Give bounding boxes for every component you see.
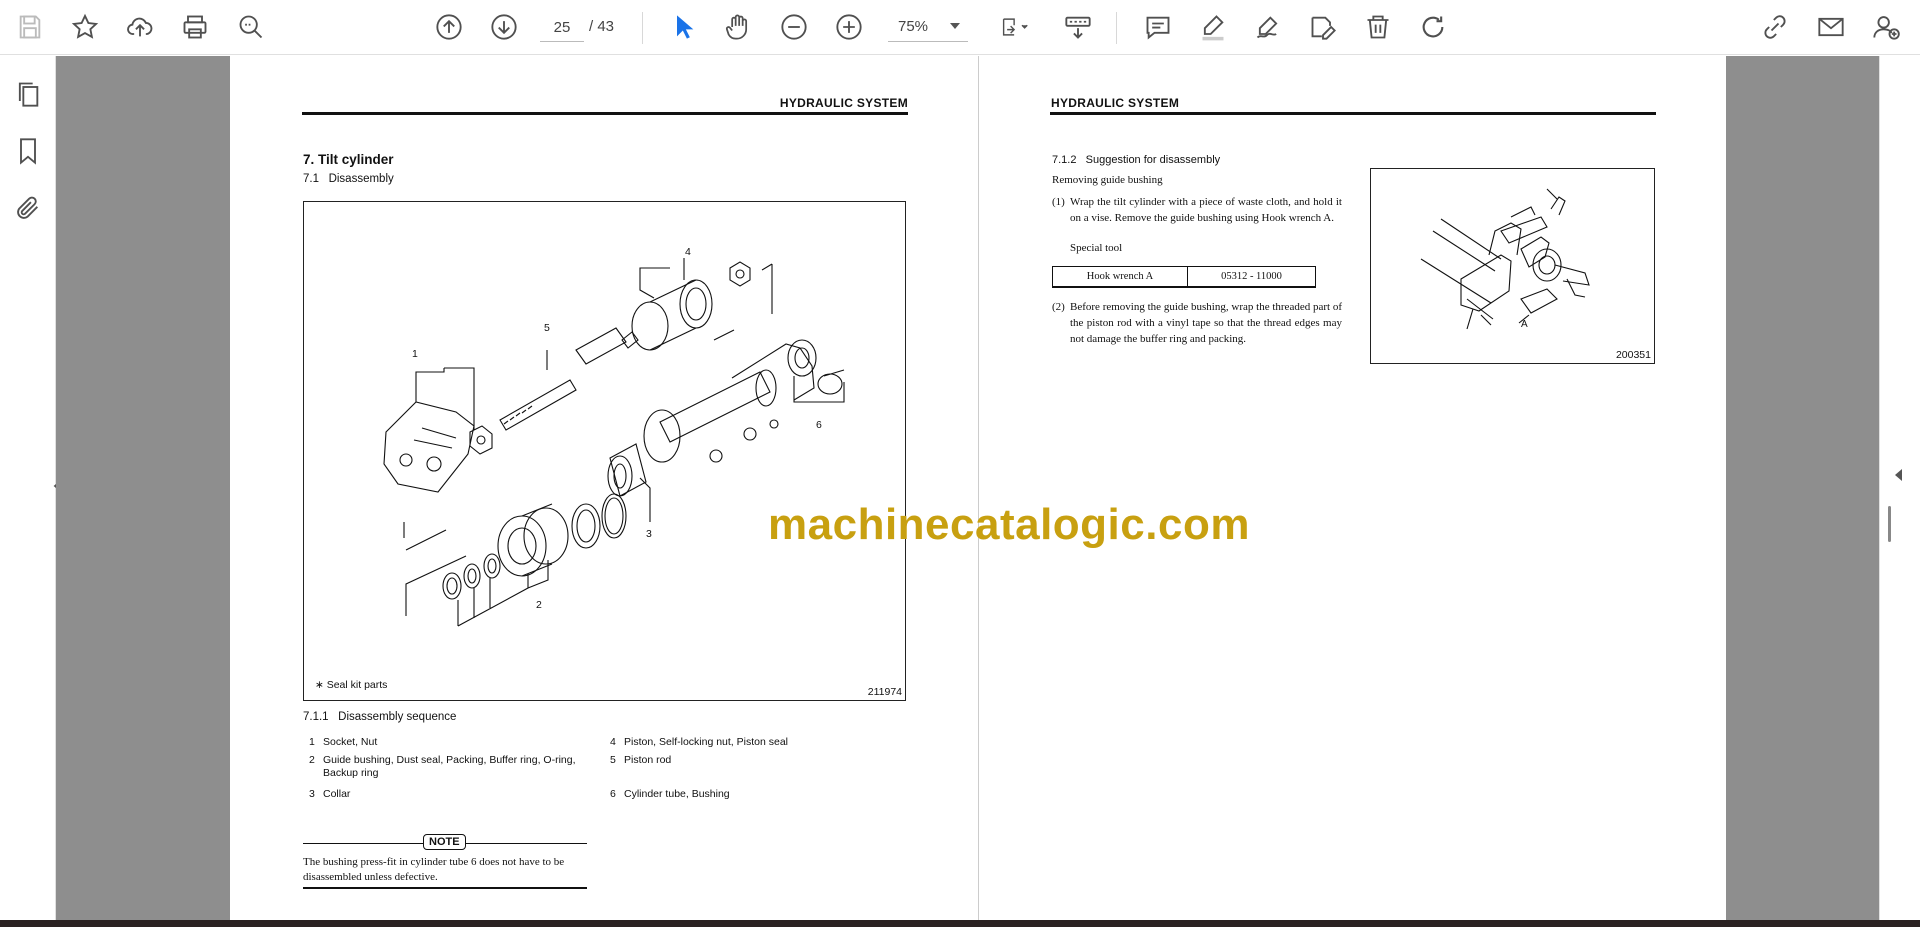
sequence-item: 2 Guide bushing, Dust seal, Packing, Buff…: [309, 754, 576, 779]
callout-a: A: [1521, 319, 1528, 330]
guide-bushing-part: [497, 515, 547, 577]
previous-page-icon[interactable]: [431, 10, 467, 44]
zoom-value: 75%: [898, 18, 929, 35]
subsection-title: 7.1 Disassembly: [303, 173, 394, 185]
intro-text: Removing guide bushing: [1052, 174, 1163, 186]
nut-part: [469, 425, 493, 455]
draw-signature-icon[interactable]: [1250, 10, 1286, 44]
page-total: / 43: [589, 18, 615, 35]
callout-2: 2: [536, 599, 542, 611]
expand-right-icon[interactable]: [1893, 468, 1903, 487]
bookmark-icon[interactable]: [10, 133, 46, 169]
watermark: machinecatalogic.com: [768, 500, 1250, 549]
tool-part-cell: 05312 - 11000: [1221, 271, 1282, 282]
figure-number: 211974: [867, 686, 902, 698]
collar-part: [609, 443, 647, 497]
note-rule-bottom: [303, 887, 587, 889]
chevron-down-icon: [950, 23, 960, 29]
zoom-in-icon[interactable]: [831, 10, 867, 44]
share-link-icon[interactable]: [1757, 10, 1793, 44]
section-title: 7. Tilt cylinder: [303, 152, 394, 167]
zoom-search-icon[interactable]: [233, 10, 269, 44]
zoom-out-icon[interactable]: [776, 10, 812, 44]
header-rule: [1050, 112, 1656, 115]
print-icon[interactable]: [177, 10, 213, 44]
piston-rod-part: [499, 379, 577, 431]
subsection-title: 7.1.2 Suggestion for disassembly: [1052, 154, 1221, 166]
note-text: The bushing press-fit in cylinder tube 6…: [303, 856, 565, 883]
sequence-col-right: 4 Piston, Self-locking nut, Piston seal 5…: [610, 736, 910, 806]
page-header: HYDRAULIC SYSTEM: [779, 96, 908, 110]
callout-3: 3: [646, 528, 652, 540]
special-tool-label: Special tool: [1070, 242, 1123, 254]
save-icon[interactable]: [12, 10, 48, 44]
redo-rotate-icon[interactable]: [1415, 10, 1451, 44]
stamp-edit-icon[interactable]: [1305, 10, 1341, 44]
highlight-pen-icon[interactable]: [1195, 10, 1231, 44]
page-fit-icon[interactable]: [993, 10, 1037, 44]
right-sidebar: [1879, 56, 1920, 920]
sequence-col-left: 1 Socket, Nut 2 Guide bushing, Dust seal, …: [309, 736, 609, 806]
comment-icon[interactable]: [1140, 10, 1176, 44]
figure-caption: ∗ Seal kit parts: [315, 679, 388, 691]
scrollbar-thumb[interactable]: [1888, 506, 1891, 542]
right-page: HYDRAULIC SYSTEM 7.1.2 Suggestion for di…: [978, 56, 1726, 920]
self-locking-nut-part: [729, 261, 751, 287]
trash-icon[interactable]: [1360, 10, 1396, 44]
left-page: HYDRAULIC SYSTEM 7. Tilt cylinder 7.1 Di…: [230, 56, 978, 920]
attachment-icon[interactable]: [10, 190, 46, 226]
sequence-item: 4 Piston, Self-locking nut, Piston seal: [610, 736, 789, 748]
page-number-input[interactable]: [540, 14, 584, 42]
step-2: (2) Before removing the guide bushing, w…: [1052, 301, 1342, 345]
document-viewer[interactable]: HYDRAULIC SYSTEM 7. Tilt cylinder 7.1 Di…: [56, 56, 1879, 920]
tilt-cylinder-drawing: 1 2 3 4 5 6: [383, 246, 845, 627]
sequence-item: 5 Piston rod: [610, 754, 672, 766]
hook-wrench-vise-drawing: A: [1420, 188, 1590, 330]
mail-icon[interactable]: [1813, 10, 1849, 44]
hand-tool-icon[interactable]: [720, 10, 756, 44]
scroll-mode-icon[interactable]: [1060, 10, 1096, 44]
callout-1: 1: [412, 348, 418, 360]
add-user-icon[interactable]: [1868, 10, 1904, 44]
step-1: (1) Wrap the tilt cylinder with a piece …: [1052, 196, 1342, 224]
exploded-view-figure: 1 2 3 4 5 6 ∗ Seal kit parts 211974: [303, 201, 906, 701]
pages-thumbnail-icon[interactable]: [10, 76, 46, 112]
select-cursor-icon[interactable]: [666, 10, 702, 44]
hook-wrench: [1520, 236, 1550, 268]
piston-part: [631, 301, 669, 351]
cloud-upload-icon[interactable]: [122, 10, 158, 44]
sequence-item: 6 Cylinder tube, Bushing: [610, 788, 730, 800]
star-icon[interactable]: [67, 10, 103, 44]
tool-name-cell: Hook wrench A: [1053, 267, 1188, 286]
callout-4: 4: [685, 246, 691, 258]
callout-5: 5: [544, 322, 550, 334]
socket-part: [383, 401, 475, 493]
left-sidebar: [0, 56, 60, 920]
vise-figure: A 200351: [1370, 168, 1655, 364]
header-rule: [302, 112, 908, 115]
next-page-icon[interactable]: [486, 10, 522, 44]
sequence-title: 7.1.1 Disassembly sequence: [303, 711, 457, 723]
note-label: NOTE: [423, 834, 466, 850]
zoom-dropdown[interactable]: 75%: [888, 14, 968, 42]
toolbar: / 43 75%: [0, 0, 1920, 55]
sequence-item: 3 Collar: [309, 788, 351, 800]
page-header: HYDRAULIC SYSTEM: [1051, 96, 1180, 110]
callout-6: 6: [816, 419, 822, 431]
figure-number: 200351: [1615, 349, 1651, 361]
cylinder-tube-part: [659, 371, 771, 443]
tool-table: Hook wrench A 05312 - 11000: [1052, 266, 1316, 288]
bottom-bar: [0, 920, 1920, 927]
vise-body: [1460, 254, 1512, 312]
sequence-item: 1 Socket, Nut: [309, 736, 378, 748]
